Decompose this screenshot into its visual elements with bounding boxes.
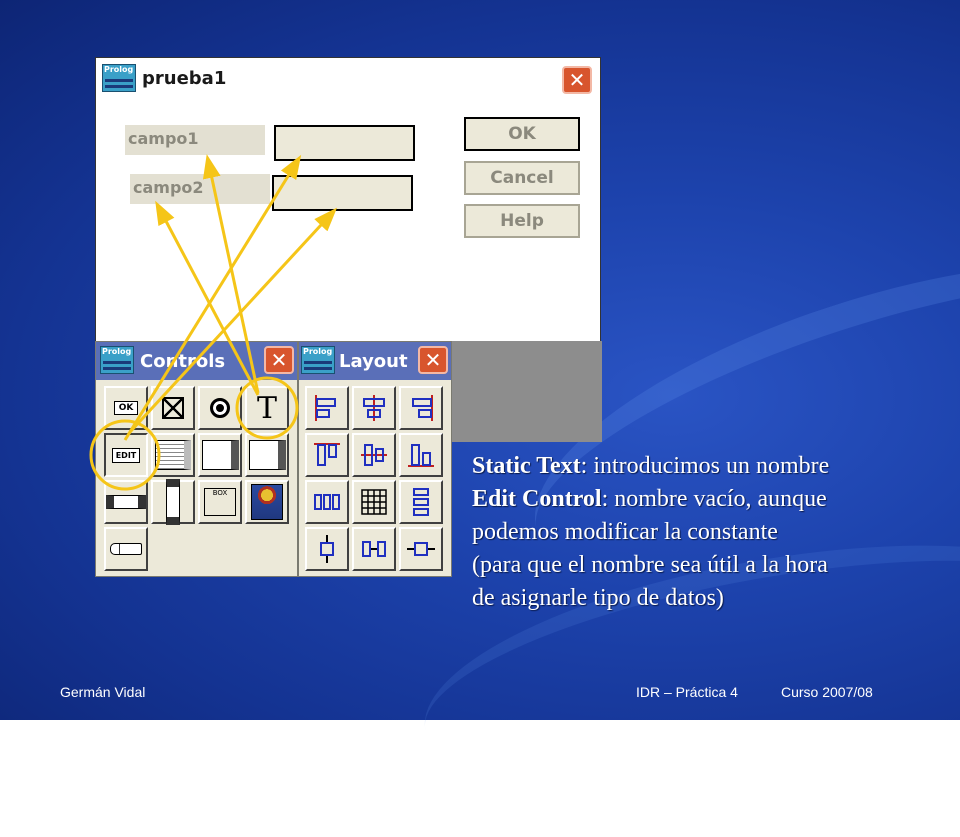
static-text-description: : introducimos un nombre xyxy=(580,453,830,479)
edit-control-term: Edit Control xyxy=(472,486,602,512)
explanation-line-5: de asignarle tipo de datos) xyxy=(472,585,724,611)
arrow-to-campo2 xyxy=(155,200,260,396)
highlight-circle-text-tool xyxy=(235,376,299,440)
footer-year: Curso 2007/08 xyxy=(781,684,873,700)
explanation-line-4: (para que el nombre sea útil a la hora xyxy=(472,552,828,578)
footer-course: IDR – Práctica 4 xyxy=(636,684,738,700)
highlight-circle-edit-tool xyxy=(89,419,161,491)
arrow-to-campo1 xyxy=(202,154,260,394)
arrow-to-edit-field-2 xyxy=(128,207,338,434)
footer-author: Germán Vidal xyxy=(60,684,146,700)
edit-control-description: : nombre vacío, aunque xyxy=(601,486,827,512)
static-text-term: Static Text xyxy=(472,453,581,479)
explanation-text: Static Text: introducimos un nombre Edit… xyxy=(472,450,960,615)
explanation-line-3: podemos modificar la constante xyxy=(472,519,778,545)
arrow-to-edit-field-1 xyxy=(123,154,302,441)
